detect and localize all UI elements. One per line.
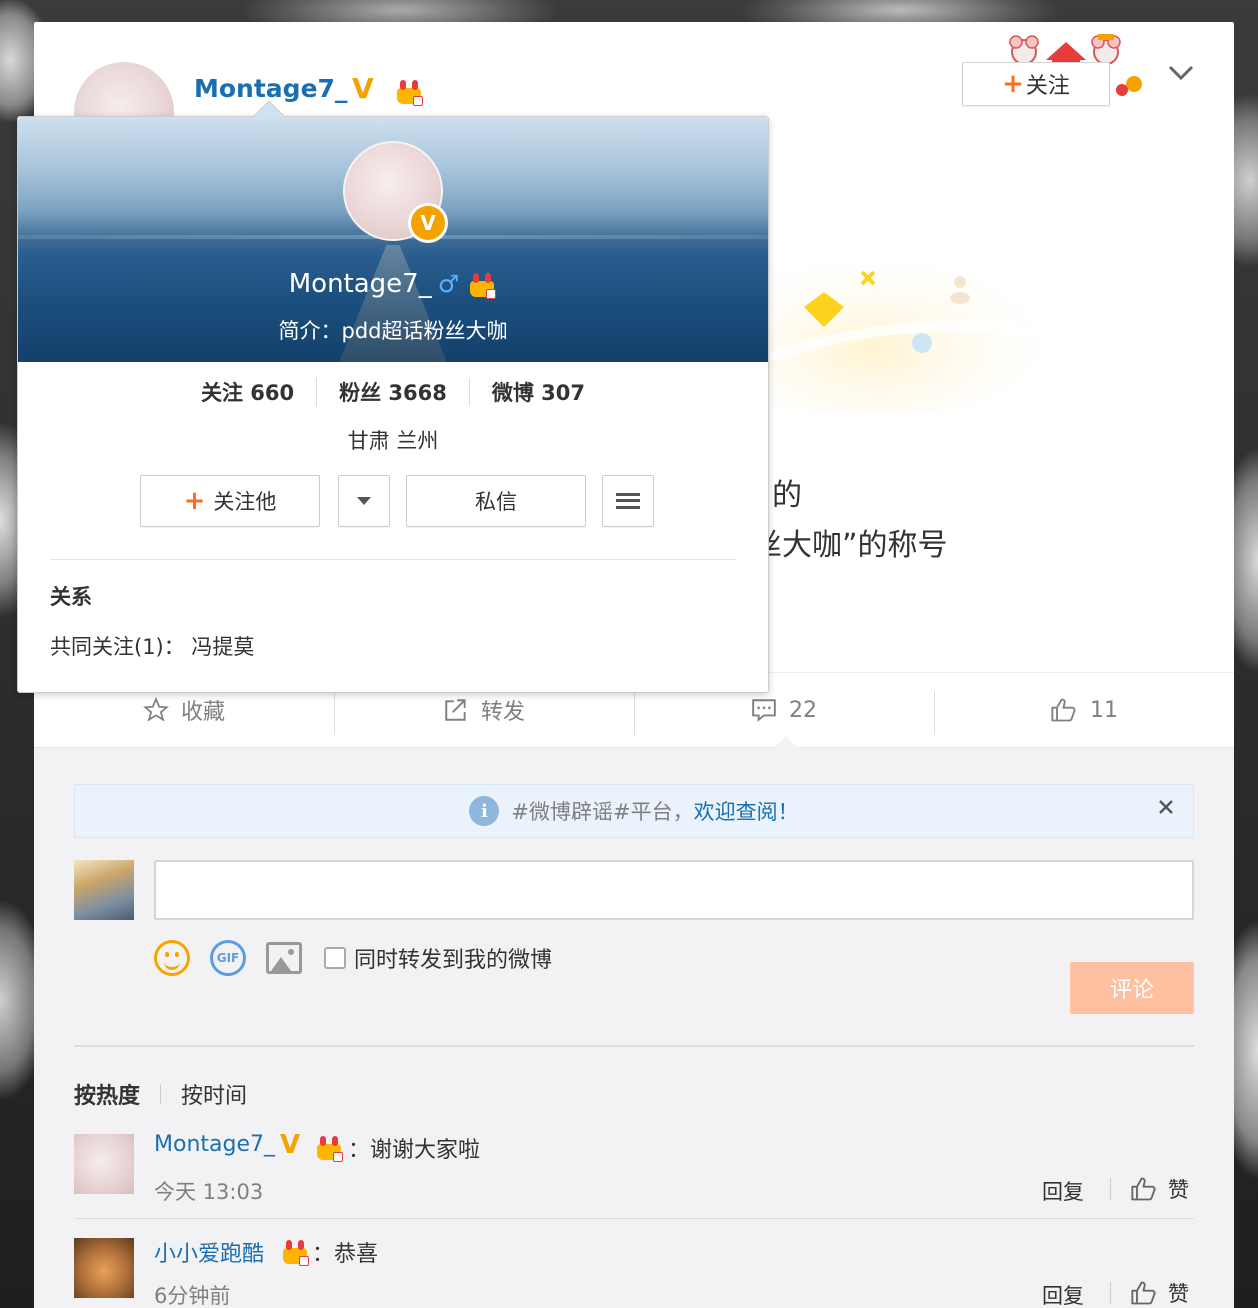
info-icon: i bbox=[469, 796, 500, 826]
divider bbox=[1110, 1282, 1111, 1304]
profile-intro: 简介：pdd超话粉丝大咖 bbox=[278, 319, 508, 343]
repost-checkbox-label: 同时转发到我的微博 bbox=[354, 948, 553, 973]
commenter-avatar[interactable] bbox=[74, 1238, 134, 1298]
notice-link[interactable]: 欢迎查阅！ bbox=[694, 796, 799, 826]
repost-label: 转发 bbox=[480, 700, 525, 725]
post-text-line-1: 的 bbox=[772, 478, 802, 513]
comment-text: ：谢谢大家啦 bbox=[348, 1138, 481, 1163]
thumbs-up-icon bbox=[1130, 1175, 1158, 1203]
repost-checkbox[interactable] bbox=[324, 947, 346, 969]
comment-like-button[interactable]: 赞 bbox=[1130, 1278, 1189, 1308]
divider bbox=[74, 1045, 1194, 1047]
thumbs-up-icon bbox=[1050, 696, 1078, 724]
member-crown-icon bbox=[467, 271, 497, 299]
profile-location: 甘肃 兰州 bbox=[347, 429, 439, 453]
weibo-count[interactable]: 微博 307 bbox=[470, 377, 607, 407]
divider bbox=[1110, 1178, 1111, 1200]
commenter-name[interactable]: Montage7_ bbox=[154, 1132, 275, 1157]
verified-v-icon: V bbox=[280, 1130, 301, 1160]
current-user-avatar bbox=[74, 860, 134, 920]
more-menu-button[interactable] bbox=[602, 475, 654, 527]
follow-button[interactable]: + 关注 bbox=[962, 62, 1110, 106]
composer-tools: GIF 同时转发到我的微博 bbox=[154, 938, 552, 978]
plus-icon: + bbox=[183, 486, 206, 516]
comment-panel-caret bbox=[774, 736, 798, 748]
like-button[interactable]: 11 bbox=[934, 673, 1234, 747]
commenter-avatar[interactable] bbox=[74, 1134, 134, 1194]
profile-name-row: Montage7_ ♂ bbox=[18, 269, 768, 299]
sort-by-time[interactable]: 按时间 bbox=[181, 1078, 247, 1110]
menu-icon bbox=[616, 493, 640, 509]
member-crown-icon bbox=[280, 1238, 310, 1266]
user-profile-popup: V Montage7_ ♂ 简介：pdd超话粉丝大咖 关注 660 粉丝 366… bbox=[17, 100, 769, 693]
member-crown-icon bbox=[314, 1134, 344, 1162]
follow-him-button[interactable]: + 关注他 bbox=[140, 475, 320, 527]
relation-title: 关系 bbox=[50, 585, 92, 609]
following-count[interactable]: 关注 660 bbox=[179, 377, 316, 407]
verified-v-icon: V bbox=[352, 72, 374, 105]
plus-icon: + bbox=[1002, 69, 1024, 99]
rumor-notice-bar: i #微博辟谣#平台， 欢迎查阅！ bbox=[74, 784, 1194, 838]
thumbs-up-icon bbox=[1130, 1279, 1158, 1307]
follow-button-label: 关注 bbox=[1025, 74, 1070, 99]
comment-item: 小小爱跑酷 ：恭喜 6分钟前 回复 赞 bbox=[74, 1238, 1194, 1308]
submit-comment-button[interactable]: 评论 bbox=[1070, 962, 1194, 1014]
message-button[interactable]: 私信 bbox=[406, 475, 586, 527]
profile-stats: 关注 660 粉丝 3668 微博 307 bbox=[18, 377, 768, 407]
image-icon[interactable] bbox=[266, 942, 302, 974]
comment-like-button[interactable]: 赞 bbox=[1130, 1174, 1189, 1204]
share-icon bbox=[443, 697, 469, 723]
comment-section: i #微博辟谣#平台， 欢迎查阅！ GIF 同时转发到我的微博 评论 按热度 按… bbox=[34, 748, 1234, 1308]
comment-item: Montage7_ V ：谢谢大家啦 今天 13:03 回复 赞 bbox=[74, 1130, 1194, 1206]
profile-cover-image: V Montage7_ ♂ 简介：pdd超话粉丝大咖 bbox=[18, 117, 768, 362]
post-text-line-2: 丝大咖”的称号 bbox=[752, 528, 948, 563]
male-icon: ♂ bbox=[437, 270, 460, 298]
comment-time: 今天 13:03 bbox=[154, 1180, 264, 1204]
reply-button[interactable]: 回复 bbox=[1042, 1176, 1084, 1206]
fans-count[interactable]: 粉丝 3668 bbox=[317, 377, 469, 407]
notice-text: #微博辟谣#平台， bbox=[511, 800, 694, 824]
profile-name[interactable]: Montage7_ bbox=[289, 269, 432, 299]
star-icon bbox=[142, 697, 169, 723]
reply-button[interactable]: 回复 bbox=[1042, 1280, 1084, 1308]
comment-icon bbox=[751, 697, 777, 723]
like-label: 赞 bbox=[1168, 1282, 1189, 1306]
like-count: 11 bbox=[1090, 697, 1118, 723]
follow-options-dropdown[interactable] bbox=[338, 475, 390, 527]
chevron-down-icon[interactable] bbox=[1166, 58, 1196, 88]
divider bbox=[74, 1218, 1194, 1219]
like-label: 赞 bbox=[1168, 1178, 1189, 1202]
verified-v-icon: V bbox=[408, 203, 448, 243]
post-illustration bbox=[734, 242, 1044, 412]
commenter-name[interactable]: 小小爱跑酷 bbox=[154, 1236, 264, 1268]
divider bbox=[50, 559, 736, 560]
comment-count: 22 bbox=[789, 697, 817, 723]
post-author-name[interactable]: Montage7_ bbox=[194, 74, 347, 103]
favorite-label: 收藏 bbox=[180, 700, 225, 725]
mutual-follow[interactable]: 共同关注(1)： 冯提莫 bbox=[50, 631, 254, 661]
member-crown-icon bbox=[394, 78, 424, 106]
comment-sort-tabs: 按热度 按时间 bbox=[74, 1078, 247, 1110]
caret-down-icon bbox=[357, 497, 371, 505]
follow-him-label: 关注他 bbox=[213, 490, 277, 514]
gif-icon[interactable]: GIF bbox=[210, 940, 246, 976]
comment-input[interactable] bbox=[154, 860, 1194, 920]
comment-time: 6分钟前 bbox=[154, 1284, 231, 1308]
divider bbox=[160, 1084, 162, 1104]
emoji-icon[interactable] bbox=[154, 940, 190, 976]
sort-by-hot[interactable]: 按热度 bbox=[74, 1078, 140, 1110]
close-icon[interactable] bbox=[1157, 797, 1175, 822]
comment-text: ：恭喜 bbox=[312, 1242, 379, 1267]
